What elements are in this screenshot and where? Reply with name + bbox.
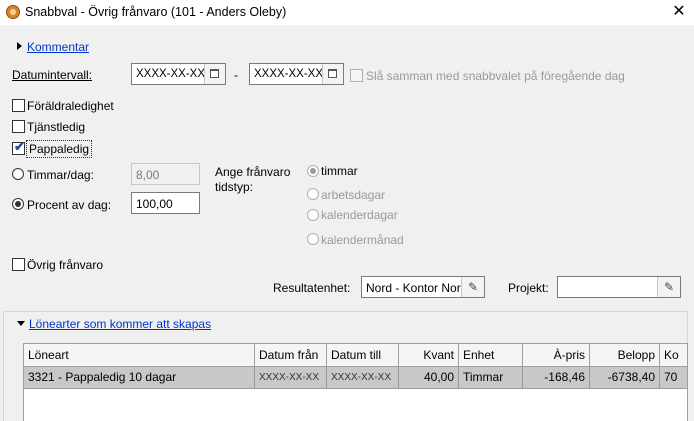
table-cell-a-pris[interactable]: -168,46: [523, 367, 590, 389]
date-to-field[interactable]: XXXX-XX-XX: [249, 63, 344, 85]
edit-pencil-icon[interactable]: ✎: [657, 277, 680, 297]
result-unit-field[interactable]: Nord - Kontor Nor ✎: [361, 276, 485, 298]
parental-leave-checkbox[interactable]: [12, 99, 25, 112]
percent-per-day-value: 100,00: [136, 197, 173, 211]
workdays-option-radio[interactable]: [307, 188, 319, 200]
table-cell-belopp[interactable]: -6738,40: [590, 367, 660, 389]
hours-option-radio[interactable]: [307, 165, 319, 177]
hours-option-label: timmar: [321, 164, 358, 178]
project-label: Projekt:: [508, 281, 549, 295]
salary-types-table: Löneart Datum från Datum till Kvant Enhe…: [23, 343, 688, 421]
window-title: Snabbval - Övrig frånvaro (101 - Anders …: [25, 5, 287, 19]
absence-type-label-line1: Ange frånvaro: [215, 165, 291, 179]
percent-per-day-radio[interactable]: [12, 198, 24, 210]
column-header-loneart[interactable]: Löneart: [24, 344, 255, 367]
collapse-down-icon[interactable]: [17, 321, 25, 326]
app-icon: [6, 5, 20, 19]
table-cell-datum-till[interactable]: XXXX-XX-XX: [327, 367, 399, 389]
check-icon: ✔: [14, 139, 25, 154]
edit-pencil-icon[interactable]: ✎: [461, 277, 484, 297]
calendar-icon[interactable]: [322, 64, 343, 84]
result-unit-label: Resultatenhet:: [273, 281, 351, 295]
column-header-enhet[interactable]: Enhet: [459, 344, 523, 367]
calendar-days-option-label: kalenderdagar: [321, 208, 398, 222]
calendar-month-option-radio[interactable]: [307, 233, 319, 245]
merge-label: Slå samman med snabbvalet på föregående …: [366, 69, 625, 83]
absence-type-label-line2: tidstyp:: [215, 180, 254, 194]
column-header-kvant[interactable]: Kvant: [399, 344, 459, 367]
percent-per-day-input[interactable]: 100,00: [131, 192, 200, 214]
percent-per-day-label: Procent av dag:: [27, 198, 112, 212]
hours-per-day-input[interactable]: 8,00: [131, 163, 200, 185]
table-cell-loneart[interactable]: 3321 - Pappaledig 10 dagar: [24, 367, 255, 389]
leave-of-absence-label: Tjänstledig: [27, 120, 86, 134]
leave-of-absence-checkbox[interactable]: [12, 120, 25, 133]
column-header-ko[interactable]: Ko: [660, 344, 687, 367]
merge-checkbox[interactable]: [350, 69, 363, 82]
parental-leave-label: Föräldraledighet: [27, 99, 114, 113]
calendar-month-option-label: kalendermånad: [321, 233, 404, 247]
date-from-field[interactable]: XXXX-XX-XX: [131, 63, 226, 85]
comment-link[interactable]: Kommentar: [27, 40, 89, 54]
project-field[interactable]: ✎: [557, 276, 681, 298]
other-absence-label: Övrig frånvaro: [27, 258, 104, 272]
column-header-datum-till[interactable]: Datum till: [327, 344, 399, 367]
hours-per-day-radio[interactable]: [12, 168, 24, 180]
result-unit-value: Nord - Kontor Nor: [366, 281, 461, 295]
table-cell-enhet[interactable]: Timmar: [459, 367, 523, 389]
date-separator: -: [234, 68, 238, 82]
hours-per-day-label: Timmar/dag:: [27, 168, 94, 182]
other-absence-checkbox[interactable]: [12, 258, 25, 271]
table-cell-ko[interactable]: 70: [660, 367, 687, 389]
table-cell-datum-fran[interactable]: XXXX-XX-XX: [255, 367, 327, 389]
date-to-value: XXXX-XX-XX: [254, 68, 324, 80]
hours-per-day-value: 8,00: [136, 168, 160, 182]
column-header-a-pris[interactable]: À-pris: [523, 344, 590, 367]
column-header-belopp[interactable]: Belopp: [590, 344, 660, 367]
salary-types-link[interactable]: Lönearter som kommer att skapas: [29, 317, 211, 331]
table-cell-kvant[interactable]: 40,00: [399, 367, 459, 389]
expand-right-icon[interactable]: [17, 42, 22, 50]
column-header-datum-fran[interactable]: Datum från: [255, 344, 327, 367]
paternity-leave-checkbox[interactable]: ✔: [12, 139, 25, 155]
date-interval-label: Datumintervall:: [12, 68, 93, 82]
date-from-value: XXXX-XX-XX: [136, 68, 206, 80]
paternity-leave-label: Pappaledig: [26, 140, 93, 158]
calendar-days-option-radio[interactable]: [307, 209, 319, 221]
workdays-option-label: arbetsdagar: [321, 188, 386, 202]
close-icon[interactable]: ✕: [668, 2, 690, 22]
calendar-icon[interactable]: [204, 64, 225, 84]
